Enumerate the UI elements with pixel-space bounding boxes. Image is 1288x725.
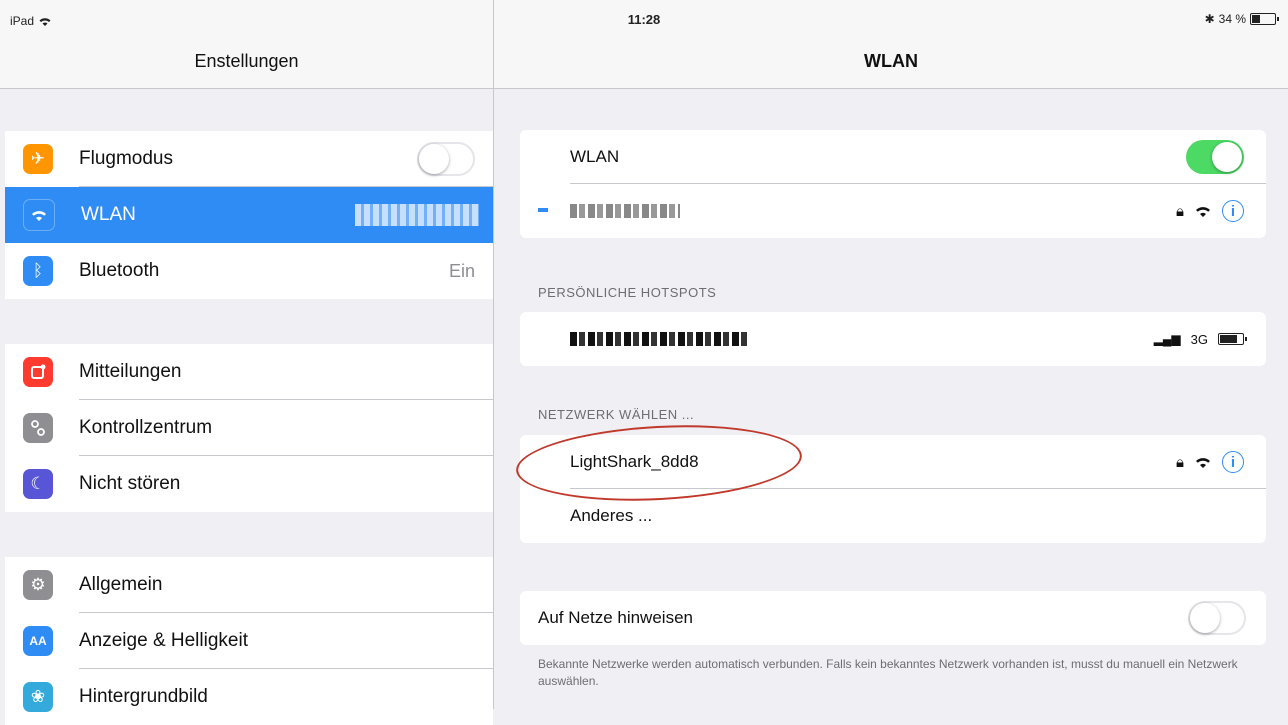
info-icon[interactable]: i: [1222, 451, 1244, 473]
sidebar-item-label: Flugmodus: [79, 148, 173, 169]
sidebar-group-notifications: Mitteilungen Kontrollzentrum ☾ Nicht stö…: [5, 344, 493, 512]
checkmark-icon: [538, 208, 548, 212]
sidebar-item-label: Bluetooth: [79, 260, 160, 281]
sidebar-item-label: Hintergrundbild: [79, 686, 208, 707]
wallpaper-icon: ❀: [23, 682, 53, 712]
sidebar-item-label: Allgemein: [79, 574, 163, 595]
wifi-icon: [23, 199, 55, 231]
sidebar-item-label: Nicht stören: [79, 473, 181, 494]
bluetooth-icon: ᛒ: [23, 256, 53, 286]
sidebar-item-nicht-stoeren[interactable]: ☾ Nicht stören: [5, 456, 493, 512]
sidebar-item-mitteilungen[interactable]: Mitteilungen: [5, 344, 493, 400]
info-icon[interactable]: i: [1222, 200, 1244, 222]
sidebar-item-anzeige[interactable]: AA Anzeige & Helligkeit: [5, 613, 493, 669]
sidebar-item-hintergrundbild[interactable]: ❀ Hintergrundbild: [5, 669, 493, 725]
hotspots-header: PERSÖNLICHE HOTSPOTS: [538, 285, 717, 300]
sidebar-item-label: Kontrollzentrum: [79, 417, 213, 438]
lock-icon: 🔒︎: [1176, 453, 1184, 471]
pane-divider: [493, 0, 494, 709]
hotspots-card: ▂▄▆ 3G: [520, 312, 1266, 366]
ask-networks-row: Auf Netze hinweisen: [520, 591, 1266, 645]
toggle-knob: [1190, 603, 1220, 633]
ask-networks-card: Auf Netze hinweisen: [520, 591, 1266, 645]
battery-percent: 34 %: [1218, 12, 1246, 26]
wifi-signal-icon: [1196, 458, 1210, 468]
wlan-card: WLAN 🔒︎ i: [520, 130, 1266, 238]
status-bar: iPad 11:28 ✱ 34 %: [0, 0, 1288, 36]
connected-network-name-redacted: [570, 204, 680, 218]
connected-network-redacted: [355, 204, 479, 226]
wifi-signal-icon: [1196, 207, 1210, 217]
signal-bars-icon: ▂▄▆: [1153, 332, 1181, 346]
control-center-icon: [23, 413, 53, 443]
ask-networks-note: Bekannte Netzwerke werden automatisch ve…: [538, 657, 1238, 688]
sidebar-group-general: ⚙ Allgemein AA Anzeige & Helligkeit ❀ Hi…: [5, 557, 493, 725]
settings-title: Enstellungen: [0, 36, 493, 89]
sidebar-item-label: Anzeige & Helligkeit: [79, 630, 248, 651]
hotspot-row[interactable]: ▂▄▆ 3G: [520, 312, 1266, 366]
notifications-icon: [23, 357, 53, 387]
battery-icon: [1250, 13, 1279, 25]
wlan-page-title: WLAN: [494, 36, 1288, 89]
ask-networks-toggle[interactable]: [1188, 601, 1246, 635]
toggle-knob: [1212, 142, 1242, 172]
battery-fill: [1220, 335, 1237, 343]
bluetooth-status-icon: ✱: [1204, 12, 1215, 26]
connected-network-row[interactable]: 🔒︎ i: [520, 184, 1266, 238]
sidebar-item-wlan[interactable]: WLAN: [5, 187, 493, 243]
toggle-knob: [419, 144, 449, 174]
airplane-icon: ✈: [23, 144, 53, 174]
sidebar-item-label: WLAN: [81, 204, 136, 225]
sidebar-item-bluetooth[interactable]: ᛒ Bluetooth Ein: [5, 243, 493, 299]
hotspot-signal: 3G: [1190, 331, 1208, 347]
sidebar-item-allgemein[interactable]: ⚙ Allgemein: [5, 557, 493, 613]
bluetooth-value: Ein: [448, 260, 475, 281]
sidebar-item-flugmodus[interactable]: ✈ Flugmodus: [5, 131, 493, 187]
display-icon: AA: [23, 626, 53, 656]
wlan-toggle-row: WLAN: [520, 130, 1266, 184]
wlan-toggle[interactable]: [1186, 140, 1244, 174]
status-time: 11:28: [627, 12, 661, 27]
other-network-label: Anderes ...: [570, 506, 653, 525]
lock-icon: 🔒︎: [1176, 202, 1184, 220]
sidebar-item-label: Mitteilungen: [79, 361, 182, 382]
networks-header: NETZWERK WÄHLEN ...: [538, 407, 695, 422]
moon-icon: ☾: [23, 469, 53, 499]
gear-icon: ⚙: [23, 570, 53, 600]
flugmodus-toggle[interactable]: [417, 142, 475, 176]
ask-networks-label: Auf Netze hinweisen: [538, 608, 693, 627]
sidebar-item-kontrollzentrum[interactable]: Kontrollzentrum: [5, 400, 493, 456]
wlan-toggle-label: WLAN: [570, 147, 620, 166]
hotspot-battery-icon: [1218, 333, 1247, 345]
battery-fill: [1252, 15, 1261, 23]
hotspot-name-redacted: [570, 332, 750, 346]
sidebar-group-connectivity: ✈ Flugmodus WLAN ᛒ Bluetooth Ein: [5, 131, 493, 299]
